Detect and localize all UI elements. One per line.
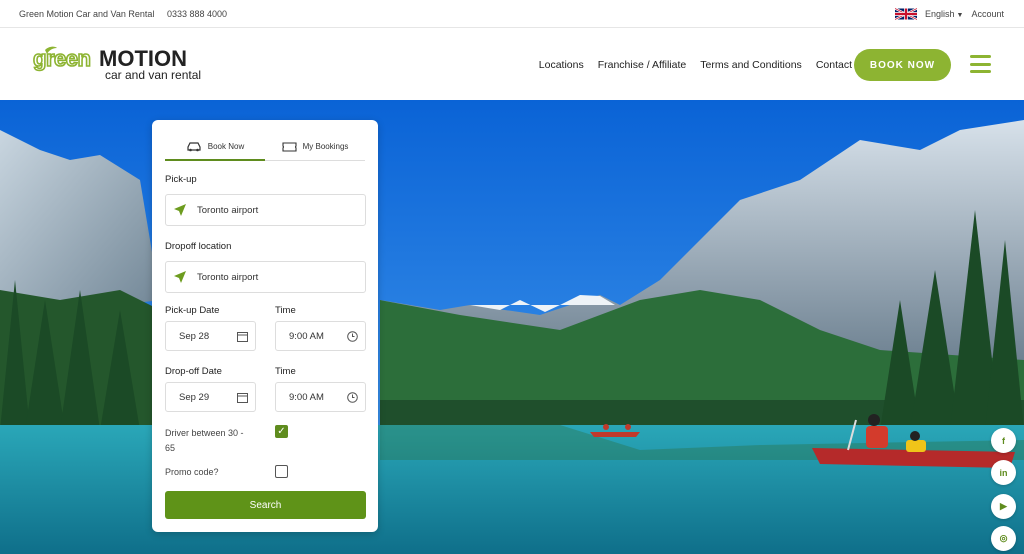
checkmark-icon: ✓ (277, 426, 286, 437)
green-motion-logo[interactable]: green MOTION car and van rental (31, 45, 211, 87)
book-now-button[interactable]: BOOK NOW (854, 49, 951, 81)
booking-panel: Book Now My Bookings Pick-up Toronto air… (152, 120, 378, 532)
booking-tabs: Book Now My Bookings (165, 133, 365, 161)
svg-text:green: green (33, 46, 90, 71)
caret-down-icon: ▼ (956, 12, 964, 19)
tab-my-bookings-label: My Bookings (302, 142, 349, 151)
company-name: Green Motion Car and Van Rental (19, 9, 155, 19)
hamburger-menu-icon[interactable] (970, 55, 991, 73)
tab-book-now[interactable]: Book Now (165, 133, 265, 161)
tab-book-now-label: Book Now (207, 142, 245, 151)
dropoff-date-value: Sep 29 (179, 391, 210, 403)
location-arrow-icon (174, 271, 186, 283)
dropoff-location-value: Toronto airport (197, 271, 259, 283)
pickup-date-label: Pick-up Date (165, 305, 220, 316)
youtube-icon[interactable]: ▶ (991, 494, 1016, 519)
account-link[interactable]: Account (971, 9, 1004, 19)
dropoff-time-value: 9:00 AM (289, 391, 324, 403)
top-bar: Green Motion Car and Van Rental 0333 888… (0, 0, 1024, 28)
pickup-time-input[interactable]: 9:00 AM (275, 321, 366, 351)
nav-franchise-affiliate[interactable]: Franchise / Affiliate (598, 59, 687, 71)
calendar-icon (237, 331, 248, 342)
svg-text:car and van rental: car and van rental (105, 68, 201, 82)
nav-terms-and-conditions[interactable]: Terms and Conditions (700, 59, 802, 71)
main-header: green MOTION car and van rental Location… (0, 28, 1024, 100)
nav-contact[interactable]: Contact (816, 59, 852, 71)
dropoff-location-input[interactable]: Toronto airport (165, 261, 366, 293)
pickup-location-input[interactable]: Toronto airport (165, 194, 366, 226)
pickup-date-input[interactable]: Sep 28 (165, 321, 256, 351)
pickup-date-value: Sep 28 (179, 330, 210, 342)
search-button[interactable]: Search (165, 491, 366, 519)
phone-number[interactable]: 0333 888 4000 (167, 9, 227, 19)
dropoff-time-input[interactable]: 9:00 AM (275, 382, 366, 412)
instagram-icon[interactable]: ◎ (991, 526, 1016, 551)
dropoff-date-input[interactable]: Sep 29 (165, 382, 256, 412)
uk-flag-icon (895, 8, 917, 20)
pickup-label: Pick-up (165, 174, 197, 185)
location-arrow-icon (174, 204, 186, 216)
tab-my-bookings[interactable]: My Bookings (265, 133, 365, 160)
clock-icon (347, 330, 358, 342)
facebook-icon[interactable]: f (991, 428, 1016, 453)
calendar-icon (237, 392, 248, 403)
dropoff-label: Dropoff location (165, 241, 232, 252)
driver-age-checkbox[interactable]: ✓ (275, 425, 288, 438)
nav-locations[interactable]: Locations (539, 59, 584, 71)
clock-icon (347, 391, 358, 403)
driver-age-label: Driver between 30 - 65 (165, 428, 244, 453)
promo-code-checkbox[interactable] (275, 465, 288, 478)
dropoff-time-label: Time (275, 366, 296, 377)
dropoff-date-label: Drop-off Date (165, 366, 222, 377)
main-nav: Locations Franchise / Affiliate Terms an… (539, 59, 852, 71)
logo-icon: green MOTION car and van rental (32, 45, 201, 82)
linkedin-icon[interactable]: in (991, 460, 1016, 485)
car-icon (187, 142, 201, 152)
language-selector[interactable]: English ▼ (925, 9, 963, 19)
pickup-time-value: 9:00 AM (289, 330, 324, 342)
pickup-location-value: Toronto airport (197, 204, 259, 216)
promo-code-label: Promo code? (165, 467, 219, 477)
ticket-icon (282, 141, 297, 152)
pickup-time-label: Time (275, 305, 296, 316)
